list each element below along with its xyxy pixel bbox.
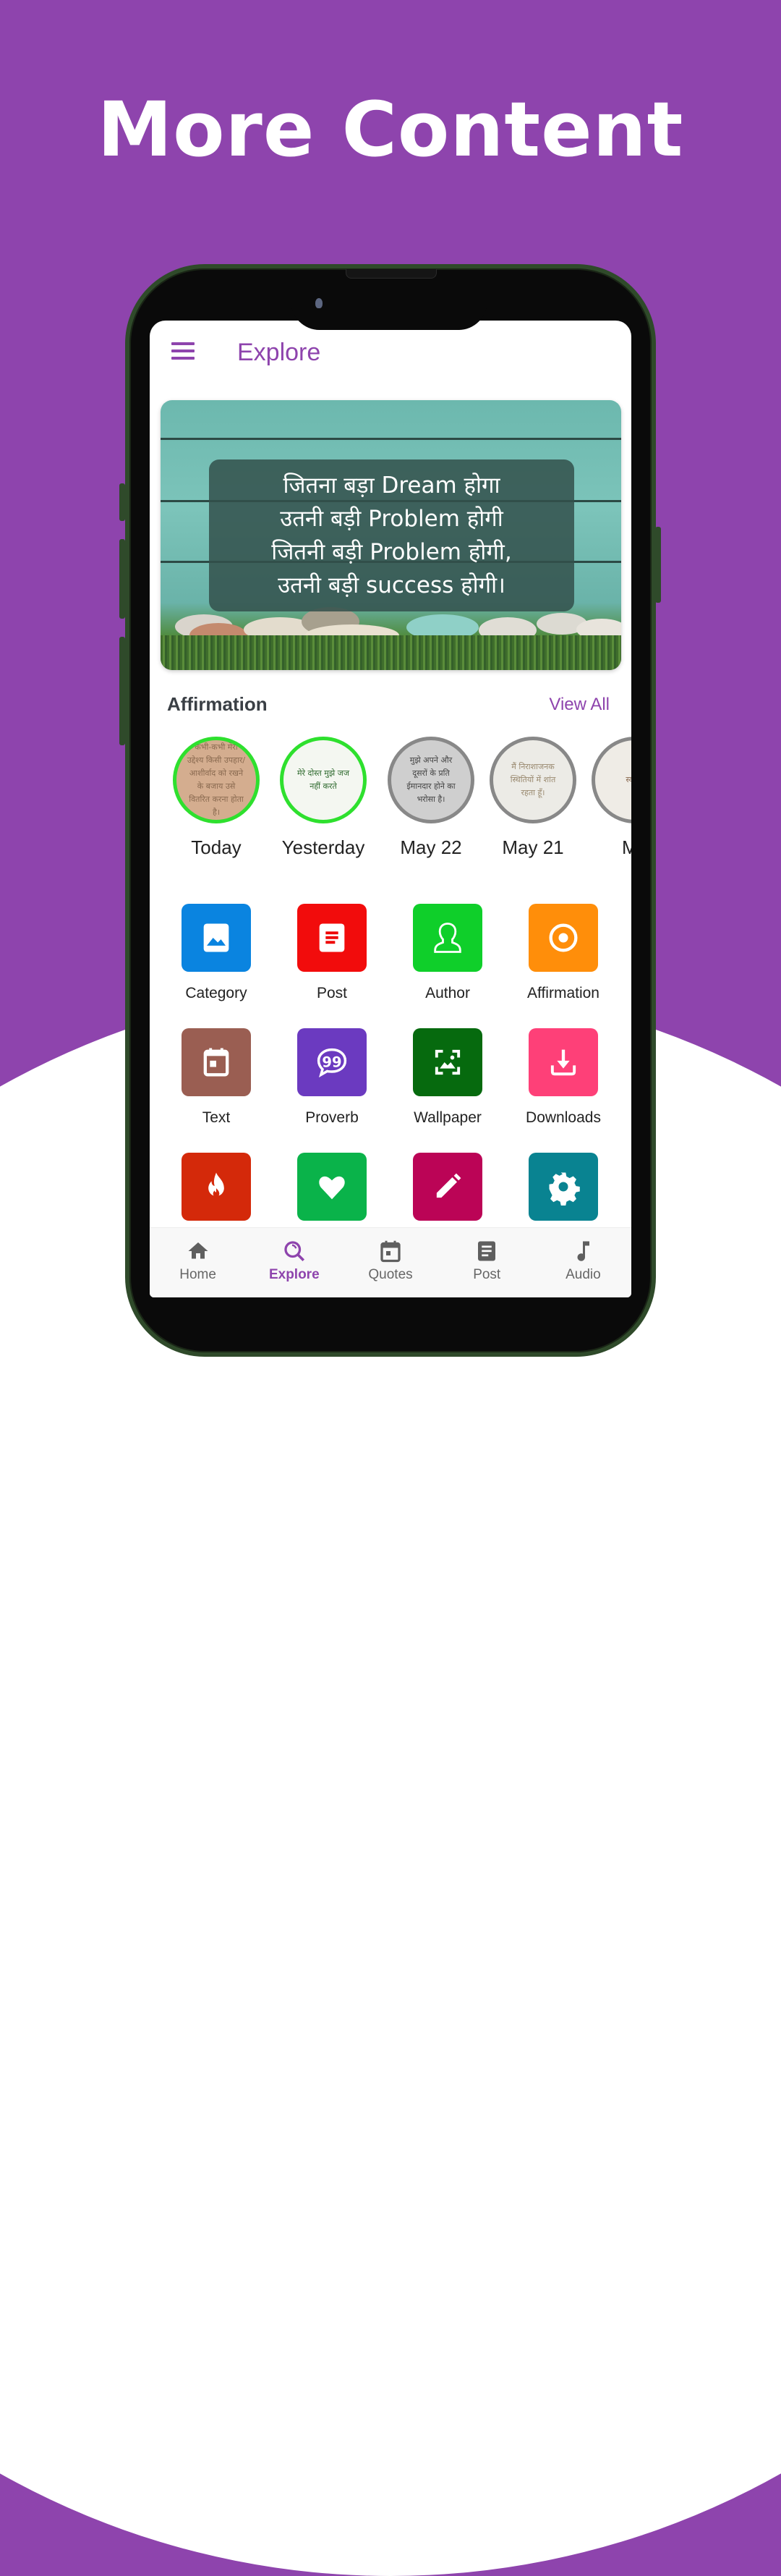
nav-label: Post [473, 1267, 501, 1282]
story-item[interactable]: स्वी अ Ma [588, 737, 631, 859]
post-tile [297, 904, 367, 972]
trending-tile [182, 1153, 251, 1221]
hamburger-menu-icon[interactable] [171, 342, 195, 361]
story-thumbnail: मैं निराशाजनक स्थितियों में शांत रहता हू… [490, 737, 576, 823]
phone-volume-down-button [119, 637, 125, 745]
article-icon [319, 923, 345, 952]
quote-line: जितना बड़ा Dream होगा [283, 473, 500, 499]
image-icon [203, 923, 229, 952]
music-note-icon [577, 1241, 590, 1261]
grid-item-wallpaper[interactable]: Wallpaper [397, 1028, 498, 1127]
favorites-tile [297, 1153, 367, 1221]
explore-search-icon [284, 1241, 304, 1262]
bottom-navigation: Home Explore Quotes Post Audio [150, 1227, 631, 1297]
front-camera [315, 298, 323, 308]
affirmation-section-title: Affirmation [167, 693, 268, 715]
wallpaper-icon [435, 1049, 461, 1075]
app-screen: Explore जितना बड़ा Dream होगा उतनी बड़ी … [150, 321, 631, 1297]
story-date-label: May 21 [502, 836, 564, 858]
download-icon [550, 1049, 576, 1076]
gear-icon [549, 1172, 580, 1206]
story-date-label: Ma [621, 836, 631, 858]
tile-label: Category [185, 985, 247, 1001]
person-icon [434, 923, 461, 953]
grid-item-proverb[interactable]: 99 Proverb [281, 1028, 383, 1127]
create-tile [413, 1153, 482, 1221]
grass-decoration [161, 635, 621, 670]
nav-label: Audio [566, 1267, 601, 1282]
tile-label: Post [316, 985, 348, 1001]
wood-plank-line [161, 438, 621, 440]
story-item[interactable]: कभी-कभी मेरा उद्देश्य किसी उपहार/आशीर्वा… [169, 737, 263, 859]
tile-label: Text [202, 1109, 231, 1126]
calendar-icon [203, 1048, 229, 1077]
story-thumbnail: मेरे दोस्त मुझे जज नहीं करते [280, 737, 367, 823]
phone-mute-switch [119, 483, 125, 521]
story-item[interactable]: मेरे दोस्त मुझे जज नहीं करते Yesterday [276, 737, 370, 859]
story-thumbnail: मुझे अपने और दूसरों के प्रति ईमानदार होन… [388, 737, 474, 823]
story-item[interactable]: मुझे अपने और दूसरों के प्रति ईमानदार होन… [384, 737, 478, 859]
nav-explore[interactable]: Explore [246, 1228, 342, 1297]
grid-item-favorites[interactable] [281, 1153, 383, 1221]
page-title: Explore [237, 339, 321, 366]
article-icon [478, 1241, 496, 1261]
settings-tile [529, 1153, 598, 1221]
svg-text:99: 99 [322, 1054, 341, 1071]
app-bar: Explore [150, 321, 631, 393]
affirmation-stories-row[interactable]: कभी-कभी मेरा उद्देश्य किसी उपहार/आशीर्वा… [150, 737, 631, 858]
radio-target-icon [549, 923, 578, 952]
home-icon [188, 1242, 208, 1259]
grid-item-post[interactable]: Post [281, 904, 383, 1002]
tile-label: Wallpaper [414, 1109, 482, 1126]
story-thumbnail: कभी-कभी मेरा उद्देश्य किसी उपहार/आशीर्वा… [173, 737, 260, 823]
featured-quote-banner[interactable]: जितना बड़ा Dream होगा उतनी बड़ी Problem … [161, 400, 621, 670]
story-item[interactable]: मैं निराशाजनक स्थितियों में शांत रहता हू… [486, 737, 580, 859]
affirmation-tile [529, 904, 598, 972]
category-tile [182, 904, 251, 972]
heart-icon [319, 1176, 345, 1200]
story-date-label: May 22 [400, 836, 462, 858]
nav-home[interactable]: Home [150, 1228, 246, 1297]
phone-volume-up-button [119, 539, 125, 619]
downloads-tile [529, 1028, 598, 1096]
grid-item-text[interactable]: Text [166, 1028, 267, 1127]
quote-text-box: जितना बड़ा Dream होगा उतनी बड़ी Problem … [209, 459, 574, 611]
proverb-tile: 99 [297, 1028, 367, 1096]
phone-power-button [655, 527, 661, 603]
grid-item-affirmation[interactable]: Affirmation [513, 904, 614, 1002]
author-tile [413, 904, 482, 972]
nav-post[interactable]: Post [439, 1228, 535, 1297]
nav-label: Quotes [368, 1267, 413, 1282]
text-tile [182, 1028, 251, 1096]
tile-label: Proverb [305, 1109, 359, 1126]
tile-label: Author [425, 985, 470, 1001]
grid-item-category[interactable]: Category [166, 904, 267, 1002]
grid-item-trending[interactable] [166, 1153, 267, 1221]
view-all-link[interactable]: View All [549, 695, 610, 715]
story-thumbnail: स्वी अ [592, 737, 631, 823]
quote-line: उतनी बड़ी success होगी। [278, 572, 505, 598]
fire-icon [208, 1172, 224, 1198]
grid-item-settings[interactable] [513, 1153, 614, 1221]
nav-audio[interactable]: Audio [535, 1228, 631, 1297]
nav-label: Home [179, 1267, 216, 1282]
tile-label: Affirmation [527, 985, 599, 1001]
calendar-icon [380, 1240, 401, 1263]
story-date-label: Yesterday [281, 836, 365, 858]
phone-earpiece [346, 269, 437, 279]
wallpaper-tile [413, 1028, 482, 1096]
pebbles-decoration [161, 607, 621, 648]
nav-quotes[interactable]: Quotes [342, 1228, 438, 1297]
tile-label: Downloads [526, 1109, 601, 1126]
promo-headline: More Content [97, 85, 684, 174]
story-date-label: Today [191, 836, 242, 858]
quote-line: उतनी बड़ी Problem होगी [280, 506, 503, 532]
grid-item-downloads[interactable]: Downloads [513, 1028, 614, 1127]
quote-line: जितनी बड़ी Problem होगी, [271, 539, 512, 565]
quote-bubble-icon: 99 [317, 1048, 347, 1077]
pencil-icon [436, 1173, 461, 1198]
nav-label: Explore [268, 1267, 320, 1282]
grid-item-create[interactable] [397, 1153, 498, 1221]
grid-item-author[interactable]: Author [397, 904, 498, 1002]
